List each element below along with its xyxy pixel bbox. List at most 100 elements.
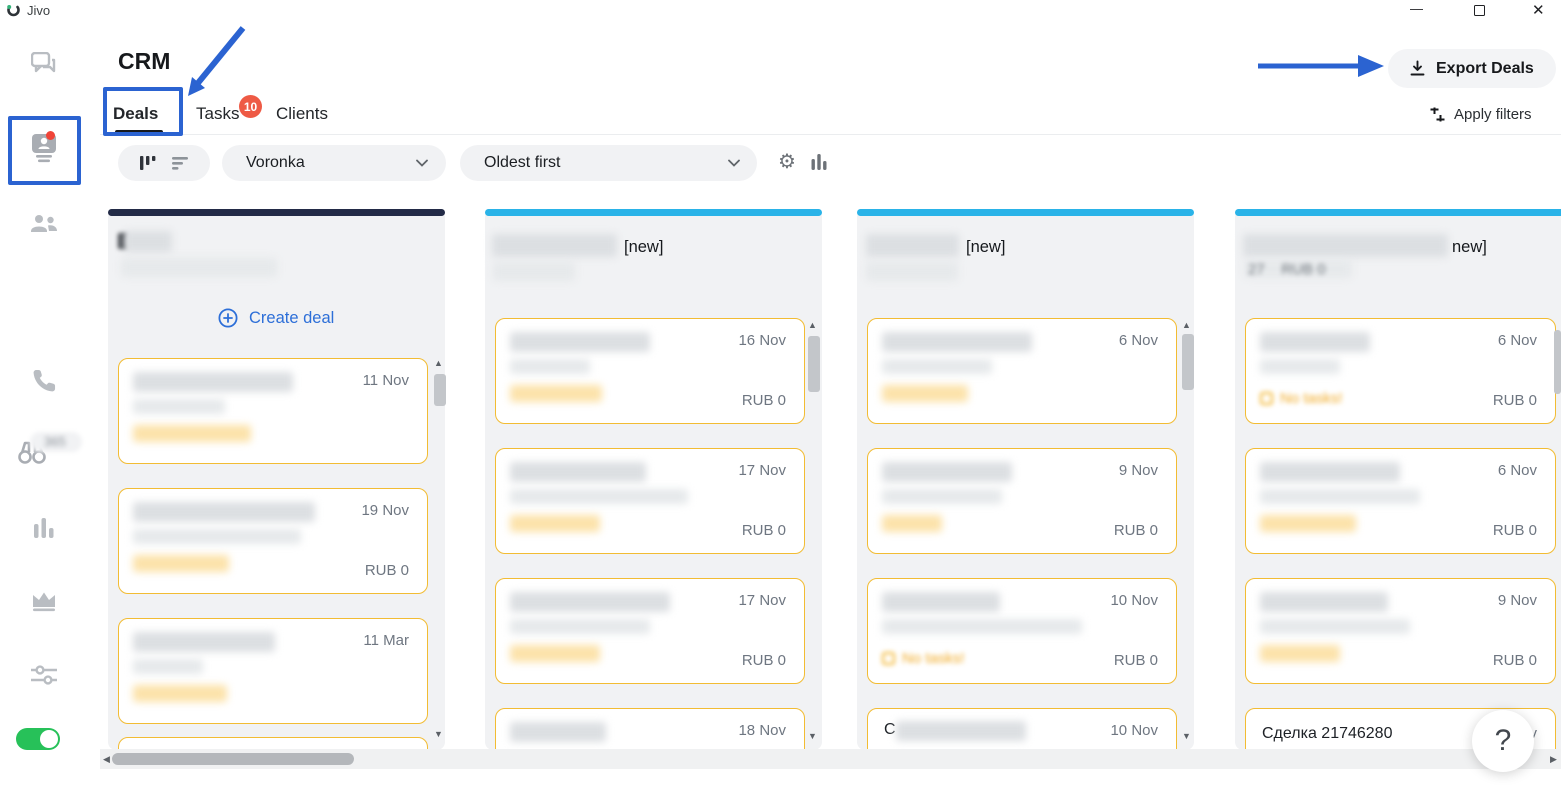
deal-card[interactable]: 9 Nov RUB 0 bbox=[1245, 578, 1556, 684]
page-title: CRM bbox=[118, 48, 170, 75]
titlebar: Jivo — ✕ bbox=[0, 0, 1561, 22]
column-1-scroll-thumb[interactable] bbox=[434, 374, 446, 406]
sidebar-item-settings[interactable] bbox=[0, 663, 88, 687]
blurred-text bbox=[133, 529, 301, 544]
close-button[interactable]: ✕ bbox=[1532, 1, 1545, 19]
board-settings-gear-icon[interactable]: ⚙ bbox=[778, 149, 796, 174]
sidebar-item-team[interactable] bbox=[0, 213, 88, 237]
tab-tasks[interactable]: Tasks bbox=[196, 104, 239, 124]
column-3-scroll-thumb[interactable] bbox=[1182, 334, 1194, 390]
deal-card[interactable]: 17 Nov RUB 0 bbox=[495, 578, 805, 684]
deal-amount: RUB 0 bbox=[742, 522, 786, 539]
column-3-scroll-down[interactable]: ▼ bbox=[1182, 731, 1191, 741]
minimize-button[interactable]: — bbox=[1410, 1, 1423, 16]
sidebar-item-crm[interactable] bbox=[0, 130, 88, 166]
kanban-view-icon[interactable] bbox=[139, 155, 157, 171]
blurred-text bbox=[510, 359, 590, 374]
blurred-text bbox=[510, 332, 650, 352]
column-3-scroll-up[interactable]: ▲ bbox=[1182, 320, 1191, 330]
column-2-scroll-thumb[interactable] bbox=[808, 336, 820, 392]
deal-date: 17 Nov bbox=[738, 592, 786, 609]
export-deals-button[interactable]: Export Deals bbox=[1388, 49, 1556, 88]
deal-date: 18 Nov bbox=[738, 722, 786, 739]
column-1-subtitle-blur bbox=[121, 258, 277, 277]
column-3-cards: 6 Nov 9 Nov RUB 0 10 Nov No tasks! RUB 0… bbox=[857, 312, 1194, 750]
blurred-text bbox=[1260, 462, 1400, 482]
deal-card-partial[interactable]: 18 Nov bbox=[495, 708, 805, 750]
tabs-divider bbox=[100, 134, 1561, 135]
deal-date: 17 Nov bbox=[738, 462, 786, 479]
bar-chart-icon bbox=[33, 516, 55, 542]
contact-card-icon bbox=[28, 130, 60, 166]
horizontal-scrollbar-thumb[interactable] bbox=[112, 753, 354, 765]
column-4-scroll-thumb[interactable] bbox=[1554, 330, 1561, 394]
blurred-text bbox=[510, 515, 600, 532]
deal-card[interactable]: 9 Nov RUB 0 bbox=[867, 448, 1177, 554]
list-view-icon[interactable] bbox=[171, 156, 189, 170]
blurred-text bbox=[1260, 359, 1340, 374]
sidebar-item-phone[interactable] bbox=[0, 368, 88, 394]
deal-card[interactable]: 6 Nov RUB 0 bbox=[1245, 448, 1556, 554]
sidebar-item-chats[interactable] bbox=[0, 52, 88, 76]
blurred-text bbox=[133, 659, 203, 674]
deal-amount: RUB 0 bbox=[365, 562, 409, 579]
deal-card[interactable]: 19 Nov RUB 0 bbox=[118, 488, 428, 594]
deal-date: 6 Nov bbox=[1498, 462, 1537, 479]
tab-deals[interactable]: Deals bbox=[113, 104, 158, 124]
blurred-text bbox=[1260, 645, 1340, 662]
column-2-cards: 16 Nov RUB 0 17 Nov RUB 0 17 Nov RUB 0 1… bbox=[485, 312, 822, 750]
maximize-button[interactable] bbox=[1474, 5, 1485, 16]
window-title: Jivo bbox=[27, 3, 50, 18]
deal-card[interactable]: 6 Nov bbox=[867, 318, 1177, 424]
deal-date: 19 Nov bbox=[361, 502, 409, 519]
tasks-count-badge: 10 bbox=[239, 95, 262, 118]
scroll-left-arrow[interactable]: ◀ bbox=[103, 754, 110, 764]
sidebar-item-reports[interactable] bbox=[0, 516, 88, 542]
deal-amount: RUB 0 bbox=[1114, 522, 1158, 539]
deal-card[interactable]: 17 Nov RUB 0 bbox=[495, 448, 805, 554]
column-chart-icon[interactable] bbox=[811, 152, 827, 174]
download-icon bbox=[1409, 60, 1426, 77]
column-1-scroll-down[interactable]: ▼ bbox=[434, 729, 443, 739]
crm-notification-dot bbox=[46, 131, 55, 140]
create-deal-button[interactable]: Create deal bbox=[218, 308, 334, 328]
tab-clients[interactable]: Clients bbox=[276, 104, 328, 124]
pipeline-select[interactable]: Voronka bbox=[222, 145, 446, 181]
column-2-scroll-down[interactable]: ▼ bbox=[808, 731, 817, 741]
blurred-text bbox=[510, 619, 650, 634]
deal-card[interactable]: 16 Nov RUB 0 bbox=[495, 318, 805, 424]
deal-card[interactable]: 11 Nov bbox=[118, 358, 428, 464]
column-4-subtitle-fragment: 27 RUB 0 bbox=[1248, 261, 1326, 278]
blurred-text bbox=[882, 332, 1032, 352]
column-4-tag: new] bbox=[1452, 238, 1487, 257]
sort-select[interactable]: Oldest first bbox=[460, 145, 757, 181]
blurred-text bbox=[133, 399, 225, 414]
blurred-text bbox=[510, 722, 606, 742]
task-icon bbox=[882, 652, 895, 665]
scroll-right-arrow[interactable]: ▶ bbox=[1550, 754, 1557, 764]
team-icon bbox=[29, 213, 59, 237]
online-toggle[interactable] bbox=[16, 728, 60, 750]
deal-amount: RUB 0 bbox=[1114, 652, 1158, 669]
column-2-scroll-up[interactable]: ▲ bbox=[808, 320, 817, 330]
column-3-subtitle-blur bbox=[866, 262, 958, 281]
deal-card[interactable]: 6 Nov No tasks! RUB 0 bbox=[1245, 318, 1556, 424]
blurred-text bbox=[510, 489, 688, 504]
deal-card-partial[interactable]: C 10 Nov bbox=[867, 708, 1177, 750]
deal-card[interactable]: 10 Nov No tasks! RUB 0 bbox=[867, 578, 1177, 684]
sidebar-item-premium[interactable] bbox=[0, 590, 88, 612]
deal-date: 9 Nov bbox=[1498, 592, 1537, 609]
column-1-title-blur bbox=[124, 231, 172, 252]
apply-filters-button[interactable]: Apply filters bbox=[1429, 106, 1532, 123]
column-2-title-blur bbox=[492, 234, 617, 257]
deal-card[interactable]: 11 Mar bbox=[118, 618, 428, 724]
spy-badge-count: 365 bbox=[44, 434, 66, 449]
apply-filters-label: Apply filters bbox=[1454, 106, 1532, 123]
column-1-scroll-up[interactable]: ▲ bbox=[434, 358, 443, 368]
deal-date: 11 Mar bbox=[363, 632, 409, 649]
help-button[interactable]: ? bbox=[1472, 710, 1534, 772]
deal-amount: RUB 0 bbox=[1493, 652, 1537, 669]
filter-sliders-icon bbox=[1429, 106, 1446, 123]
blurred-text bbox=[510, 385, 602, 402]
blurred-text bbox=[896, 721, 1026, 741]
